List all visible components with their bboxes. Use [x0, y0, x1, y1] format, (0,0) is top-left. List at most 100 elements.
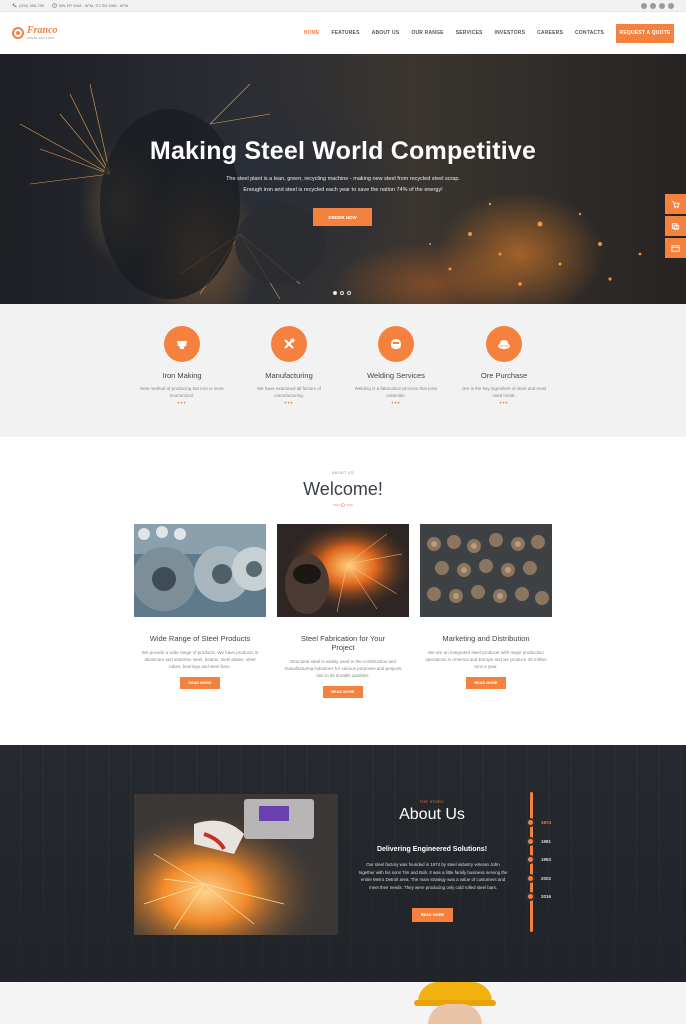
- steel-rebar-image: [420, 524, 552, 617]
- layers-icon: [671, 222, 680, 230]
- service-title: Ore Purchase: [480, 371, 528, 380]
- tools-icon[interactable]: [271, 326, 307, 362]
- timeline-year: 2002: [541, 876, 552, 881]
- timeline-item[interactable]: 2002: [526, 874, 551, 883]
- timeline-dot: [526, 837, 535, 846]
- service-dots: •••: [284, 401, 294, 407]
- timeline-dot: [526, 855, 535, 864]
- read-more-button[interactable]: READ MORE: [323, 686, 363, 698]
- top-info-bar: (000) 456-789 MN-FR 9AM - 6PM, ST-SN 9AM…: [0, 0, 686, 12]
- site-header: Franco STEEL FACTORY HOME FEATURES ABOUT…: [0, 12, 686, 54]
- title-divider: [333, 503, 353, 507]
- social-links: [641, 2, 674, 9]
- card-title: Marketing and Distribution: [442, 634, 530, 643]
- section-title: Welcome!: [303, 479, 383, 499]
- feature-card: Wide Range of Steel Products We provide …: [132, 524, 276, 689]
- order-now-button[interactable]: ORDER NOW: [313, 208, 372, 226]
- ore-pile-icon[interactable]: [486, 326, 522, 362]
- request-quote-button[interactable]: REQUEST A QUOTE: [616, 23, 674, 43]
- slider-dot-3[interactable]: [347, 291, 351, 295]
- service-text: Welding is a fabrication process that jo…: [354, 386, 438, 398]
- about-text: Our steel factory was founded in 1974 by…: [358, 862, 508, 890]
- steel-fabrication-image: [277, 524, 409, 617]
- hero-subtitle-line-2: Enough iron and steel is recycled each y…: [243, 187, 443, 193]
- main-nav: HOME FEATURES ABOUT US OUR RANGE SERVICE…: [304, 30, 604, 36]
- timeline-year: 1974: [541, 820, 552, 825]
- about-subtitle: Delivering Engineered Solutions!: [376, 846, 488, 853]
- slider-dot-2[interactable]: [340, 291, 344, 295]
- section-eyebrow: ABOUT US: [332, 471, 354, 475]
- services-section: Iron Making New method of producing bar …: [0, 304, 686, 437]
- facebook-icon[interactable]: [641, 2, 647, 9]
- logo-name: Franco: [27, 25, 58, 36]
- timeline-dot: [526, 892, 535, 901]
- steel-coils-image: [132, 524, 276, 617]
- service-dots: •••: [391, 401, 401, 407]
- gear-logo-icon: [12, 27, 24, 39]
- welding-mask-icon[interactable]: [378, 326, 414, 362]
- welcome-section: ABOUT US Welcome! Wide Range of Steel Pr…: [0, 437, 686, 745]
- logo-tagline: STEEL FACTORY: [27, 36, 56, 40]
- nav-contacts[interactable]: CONTACTS: [575, 30, 604, 36]
- timeline-dot: [526, 874, 535, 883]
- worker-photo: [428, 1004, 482, 1024]
- timeline-dot: [526, 818, 535, 827]
- read-more-button[interactable]: READ MORE: [466, 677, 506, 689]
- welding-sparks-image: [134, 794, 338, 935]
- hours-info: MN-FR 9AM - 6PM, ST-SN 9AM - 6PM: [52, 3, 128, 8]
- hero-slider: Making Steel World Competitive The steel…: [0, 54, 686, 304]
- service-title: Welding Services: [367, 371, 425, 380]
- service-text: New method of producing bar iron is more…: [140, 386, 224, 398]
- timeline-item[interactable]: 1993: [526, 855, 551, 864]
- service-iron-making: Iron Making New method of producing bar …: [132, 326, 232, 407]
- timeline-year: 1993: [541, 857, 552, 862]
- service-title: Manufacturing: [265, 371, 313, 380]
- timeline-item[interactable]: 1974: [526, 818, 551, 827]
- nav-about-us[interactable]: ABOUT US: [372, 30, 400, 36]
- window-icon: [671, 244, 680, 252]
- timeline-year: 2016: [541, 894, 552, 899]
- timeline-item[interactable]: 1981: [526, 837, 551, 846]
- nav-our-range[interactable]: OUR RANGE: [411, 30, 443, 36]
- feature-card: Marketing and Distribution We are an int…: [420, 524, 552, 689]
- logo[interactable]: Franco STEEL FACTORY: [12, 26, 58, 40]
- card-title: Wide Range of Steel Products: [149, 634, 251, 643]
- feature-card: Steel Fabrication for Your Project Struc…: [277, 524, 409, 698]
- nav-features[interactable]: FEATURES: [331, 30, 359, 36]
- read-more-button[interactable]: READ MORE: [180, 677, 220, 689]
- hero-subtitle: The steel plant is a lean, green, recycl…: [0, 174, 686, 196]
- service-manufacturing: Manufacturing We have examined all facto…: [239, 326, 339, 407]
- service-ore-purchase: Ore Purchase Ore is the key ingredient o…: [454, 326, 554, 407]
- iron-ladle-icon[interactable]: [164, 326, 200, 362]
- service-dots: •••: [177, 401, 187, 407]
- card-text: We are an integrated steel producer with…: [425, 650, 547, 669]
- phone-icon: [12, 3, 17, 8]
- layout-tool-button[interactable]: [665, 238, 686, 258]
- nav-home[interactable]: HOME: [304, 30, 320, 36]
- google-plus-icon[interactable]: [659, 2, 665, 9]
- timeline-item[interactable]: 2016: [526, 892, 551, 901]
- side-toolbar: [665, 194, 686, 258]
- linkedin-icon[interactable]: [668, 2, 674, 9]
- service-welding: Welding Services Welding is a fabricatio…: [346, 326, 446, 407]
- phone-number: (000) 456-789: [19, 3, 45, 8]
- hero-title: Making Steel World Competitive: [149, 137, 537, 165]
- business-hours: MN-FR 9AM - 6PM, ST-SN 9AM - 6PM: [59, 3, 129, 8]
- twitter-icon[interactable]: [650, 2, 656, 9]
- nav-careers[interactable]: CAREERS: [537, 30, 563, 36]
- card-text: We provide a wide range of products. We …: [141, 650, 259, 669]
- nav-services[interactable]: SERVICES: [456, 30, 483, 36]
- card-title: Steel Fabrication for Your Project: [300, 634, 386, 652]
- about-section: THE STORY About Us Delivering Engineered…: [0, 745, 686, 982]
- cart-icon: [671, 200, 680, 208]
- about-read-more-button[interactable]: READ MORE: [412, 908, 453, 922]
- service-dots: •••: [499, 401, 509, 407]
- clock-icon: [52, 3, 57, 8]
- settings-tool-button[interactable]: [665, 216, 686, 236]
- about-eyebrow: THE STORY: [419, 800, 445, 804]
- slider-dot-1[interactable]: [333, 291, 337, 295]
- service-text: Ore is the key ingredient of steel and m…: [461, 386, 547, 398]
- cart-tool-button[interactable]: [665, 194, 686, 214]
- nav-investors[interactable]: INVESTORS: [495, 30, 526, 36]
- service-title: Iron Making: [162, 371, 202, 380]
